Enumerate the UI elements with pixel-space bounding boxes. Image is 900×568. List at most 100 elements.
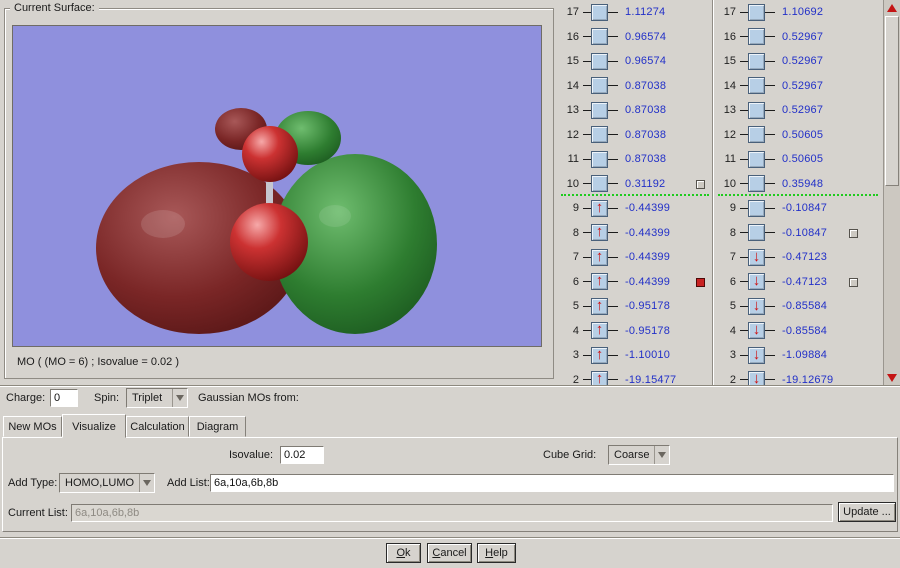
spin-select[interactable]: Triplet	[126, 388, 188, 408]
mo-occupancy-box[interactable]: ↑	[591, 224, 608, 242]
mo-occupancy-box[interactable]	[591, 101, 608, 119]
mo-occupancy-box[interactable]	[748, 28, 765, 46]
add-list-input[interactable]	[210, 474, 894, 492]
mo-list-scrollbar[interactable]	[883, 0, 900, 386]
level-line	[608, 281, 618, 283]
current-surface-group: Current Surface: MO ((MO = 6) ; Isovalu…	[4, 2, 554, 379]
mo-occupancy-box[interactable]	[748, 199, 765, 217]
scroll-down-icon[interactable]	[887, 374, 897, 382]
mo-level-row[interactable]: 5 ↓ -0.85584	[716, 294, 880, 319]
cancel-button[interactable]: Cancel	[427, 543, 472, 563]
add-type-dropdown-button[interactable]	[139, 474, 154, 492]
mo-level-row[interactable]: 9 -0.10847	[716, 196, 880, 221]
cube-grid-select[interactable]: Coarse	[608, 445, 670, 465]
help-button[interactable]: Help	[477, 543, 516, 563]
mo-level-row[interactable]: 3 ↑ -1.10010	[559, 343, 711, 368]
mo-level-row[interactable]: 10 0.35948	[716, 172, 880, 197]
isovalue-input[interactable]	[280, 446, 324, 464]
mo-occupancy-box[interactable]: ↓	[748, 296, 765, 315]
mo-occupancy-box[interactable]	[748, 150, 765, 168]
mo-occupancy-box[interactable]	[748, 126, 765, 144]
mo-level-row[interactable]: 16 0.52967	[716, 25, 880, 50]
mo-level-row[interactable]: 16 0.96574	[559, 25, 711, 50]
mo-level-row[interactable]: 15 0.96574	[559, 49, 711, 74]
tab-diagram[interactable]: Diagram	[189, 416, 246, 437]
mo-occupancy-box[interactable]: ↓	[748, 345, 765, 364]
mo-occupancy-box[interactable]	[748, 3, 765, 21]
mo-level-row[interactable]: 2 ↑ -19.15477	[559, 368, 711, 386]
mo-occupancy-box[interactable]: ↓	[748, 248, 765, 266]
mo-selected-marker[interactable]	[696, 277, 705, 287]
mo-selected-marker[interactable]	[849, 277, 858, 287]
mo-selected-marker[interactable]	[849, 228, 858, 238]
mo-occupancy-box[interactable]	[591, 3, 608, 21]
mo-level-row[interactable]: 11 0.87038	[559, 147, 711, 172]
mo-occupancy-box[interactable]	[591, 77, 608, 95]
mo-energy-value: -0.44399	[625, 275, 671, 288]
mo-level-row[interactable]: 2 ↓ -19.12679	[716, 368, 880, 386]
mo-occupancy-box[interactable]: ↑	[591, 346, 608, 364]
scroll-up-icon[interactable]	[887, 4, 897, 12]
level-line	[608, 85, 618, 87]
mo-energy-value: -0.95178	[625, 324, 671, 337]
molecule-3d-viewport[interactable]	[12, 25, 542, 347]
mo-level-row[interactable]: 8 ↑ -0.44399	[559, 221, 711, 246]
mo-level-row[interactable]: 13 0.52967	[716, 98, 880, 123]
tab-new-mos[interactable]: New MOs	[3, 416, 62, 437]
mo-level-row[interactable]: 17 1.10692	[716, 0, 880, 25]
mo-occupancy-box[interactable]: ↑	[591, 273, 608, 291]
mo-level-row[interactable]: 4 ↑ -0.95178	[559, 319, 711, 344]
mo-occupancy-box[interactable]	[748, 77, 765, 95]
scrollbar-thumb[interactable]	[885, 16, 899, 186]
mo-occupancy-box[interactable]	[591, 126, 608, 144]
mo-level-row[interactable]: 7 ↓ -0.47123	[716, 245, 880, 270]
level-line	[740, 256, 748, 258]
level-line	[765, 232, 775, 234]
mo-occupancy-box[interactable]: ↑	[591, 199, 608, 217]
mo-occupancy-box[interactable]	[591, 52, 608, 70]
mo-level-row[interactable]: 14 0.52967	[716, 74, 880, 99]
mo-occupancy-box[interactable]	[591, 150, 608, 168]
add-type-select[interactable]: HOMO,LUMO	[59, 473, 155, 493]
mo-occupancy-box[interactable]	[591, 175, 608, 193]
mo-occupancy-box[interactable]	[748, 224, 765, 242]
mo-occupancy-box[interactable]: ↑	[591, 322, 608, 340]
mo-level-row[interactable]: 15 0.52967	[716, 49, 880, 74]
mo-level-row[interactable]: 10 0.31192	[559, 172, 711, 197]
mo-occupancy-box[interactable]	[748, 52, 765, 70]
tab-visualize[interactable]: Visualize	[62, 414, 126, 438]
mo-occupancy-box[interactable]: ↑	[591, 297, 608, 315]
mo-selected-marker[interactable]	[696, 179, 705, 189]
mo-level-row[interactable]: 3 ↓ -1.09884	[716, 343, 880, 368]
mo-level-row[interactable]: 12 0.87038	[559, 123, 711, 148]
spin-dropdown-button[interactable]	[172, 389, 187, 407]
mo-occupancy-box[interactable]	[591, 28, 608, 46]
mo-occupancy-box[interactable]: ↑	[591, 248, 608, 266]
mo-level-row[interactable]: 8 -0.10847	[716, 221, 880, 246]
mo-occupancy-box[interactable]: ↓	[748, 371, 765, 386]
charge-input[interactable]	[50, 389, 78, 407]
mo-level-row[interactable]: 4 ↓ -0.85584	[716, 319, 880, 344]
tab-calculation[interactable]: Calculation	[126, 416, 189, 437]
update-button[interactable]: Update ...	[838, 502, 896, 522]
ok-button[interactable]: Ok	[386, 543, 421, 563]
mo-level-row[interactable]: 12 0.50605	[716, 123, 880, 148]
mo-level-row[interactable]: 6 ↑ -0.44399	[559, 270, 711, 295]
mo-level-row[interactable]: 11 0.50605	[716, 147, 880, 172]
spin-down-arrow-icon: ↓	[752, 296, 761, 314]
mo-level-row[interactable]: 5 ↑ -0.95178	[559, 294, 711, 319]
mo-level-row[interactable]: 13 0.87038	[559, 98, 711, 123]
mo-level-row[interactable]: 9 ↑ -0.44399	[559, 196, 711, 221]
mo-level-row[interactable]: 17 1.11274	[559, 0, 711, 25]
mo-level-row[interactable]: 7 ↑ -0.44399	[559, 245, 711, 270]
mo-occupancy-box[interactable]: ↓	[748, 322, 765, 340]
mo-level-row[interactable]: 14 0.87038	[559, 74, 711, 99]
current-list-field	[71, 504, 833, 522]
mo-occupancy-box[interactable]: ↑	[591, 371, 608, 386]
spin-down-arrow-icon: ↓	[752, 345, 761, 363]
mo-occupancy-box[interactable]: ↓	[748, 273, 765, 291]
mo-occupancy-box[interactable]	[748, 101, 765, 119]
cube-grid-dropdown-button[interactable]	[654, 446, 669, 464]
mo-occupancy-box[interactable]	[748, 175, 765, 193]
mo-level-row[interactable]: 6 ↓ -0.47123	[716, 270, 880, 295]
